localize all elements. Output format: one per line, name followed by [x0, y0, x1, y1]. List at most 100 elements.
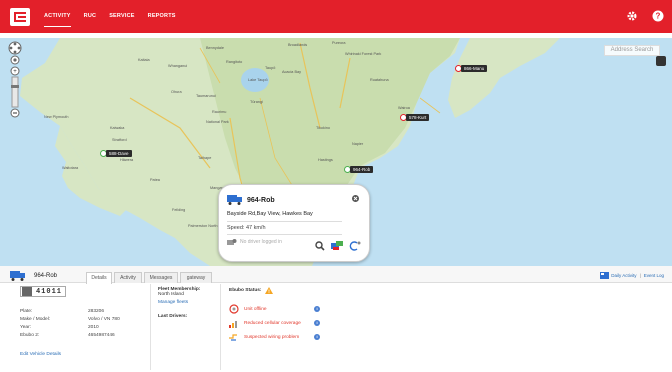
daily-activity-link[interactable]: Daily Activity: [611, 273, 636, 278]
fleet-membership-value: North Island: [158, 292, 184, 297]
last-drivers-label: Last Drivers:: [158, 314, 188, 319]
map-place-label: Raurimu: [212, 110, 227, 114]
nav-reports[interactable]: REPORTS: [148, 0, 176, 33]
vehicle-popup: 964-Rob Bayside Rd,Bay View, Hawkes Bay …: [218, 184, 370, 262]
popup-vehicle-name: 964-Rob: [247, 196, 275, 204]
marker-label: 964-Rob: [350, 166, 374, 173]
map-place-label: National Park: [206, 120, 229, 124]
pan-zoom-icon[interactable]: +: [8, 41, 22, 121]
odometer-value: 41011: [36, 287, 63, 296]
map-place-label: Waitotara: [62, 166, 79, 170]
brand-logo[interactable]: [10, 7, 30, 26]
info-icon[interactable]: i: [314, 306, 320, 312]
fleet-column: Fleet Membership: North Island Manage fl…: [158, 287, 218, 319]
column-divider: [220, 284, 221, 370]
popup-speed: Speed: 47 km/h: [227, 225, 342, 235]
warning-icon: [264, 287, 273, 294]
spec-row-ebubo: Ebubo 2: 4654987446: [20, 333, 115, 338]
map-place-label: Tikokino: [316, 126, 330, 130]
map-place-label: Ruatahuna: [370, 78, 389, 82]
odometer: 41011: [20, 286, 66, 297]
truck-icon: [10, 271, 25, 281]
nav-ruc[interactable]: RUC: [84, 0, 97, 33]
map-place-label: Rangitoto: [226, 60, 243, 64]
popup-actions: [315, 241, 361, 251]
tab-gateway[interactable]: gateway: [180, 272, 212, 283]
gear-icon[interactable]: [626, 10, 638, 22]
panel-tab-bar: 964-Rob Details Activity Messages gatewa…: [0, 266, 672, 284]
map-place-label: Tūrangi: [250, 100, 263, 104]
history-icon[interactable]: [349, 241, 361, 251]
status-item-label: Reduced cellular coverage: [244, 320, 301, 326]
vehicle-info-column: 41011 Plate: 283206 Make / Model: Volvo / …: [20, 286, 138, 357]
map-place-label: Hāwera: [120, 158, 134, 162]
unit-offline-icon: [229, 304, 239, 314]
app-root: ACTIVITY RUC SERVICE REPORTS ? + Address…: [0, 0, 672, 372]
tab-details[interactable]: Details: [86, 272, 112, 284]
map-place-label: Whanganui: [168, 64, 188, 68]
vehicle-marker-866-manu[interactable]: 866-Manu: [455, 65, 488, 72]
zoom-controls: +: [8, 41, 22, 121]
spec-row-plate: Plate: 283206: [20, 309, 105, 314]
map-place-label: Hastings: [318, 158, 333, 162]
panel-vehicle-name: 964-Rob: [34, 273, 58, 279]
map-place-label: Bennydale: [206, 46, 224, 50]
map-place-label: Kaitaia: [138, 58, 150, 62]
map-place-label: Taihape: [198, 156, 212, 160]
map-place-label: Ohura: [171, 90, 182, 94]
map-place-label: Acacia Bay: [282, 70, 301, 74]
nav-activity[interactable]: ACTIVITY: [44, 0, 71, 33]
wiring-icon: [229, 334, 237, 341]
status-item-wiring-problem: Suspected wiring problem i: [229, 332, 320, 342]
info-icon[interactable]: i: [314, 320, 320, 326]
spec-row-year: Year: 2010: [20, 325, 99, 330]
manage-fleets-link[interactable]: Manage fleets: [158, 300, 218, 305]
status-item-unit-offline: Unit offline i: [229, 304, 320, 314]
street-view-icon[interactable]: [331, 241, 343, 251]
address-search-button[interactable]: Address Search: [604, 45, 660, 56]
map-place-label: Palmerston North: [188, 224, 218, 228]
ebubo-status-header: Ebubo Status:: [229, 287, 409, 294]
popup-driver-label: No driver logged in: [240, 239, 282, 245]
column-divider: [150, 284, 151, 370]
map-place-label: Taumarunui: [196, 94, 216, 98]
tab-messages[interactable]: Messages: [144, 272, 178, 283]
edit-vehicle-details-link[interactable]: Edit Vehicle Details: [20, 352, 138, 357]
nav-service[interactable]: SERVICE: [109, 0, 134, 33]
help-icon[interactable]: ?: [652, 10, 664, 22]
vehicle-marker-964-rob[interactable]: 964-Rob: [344, 166, 374, 173]
driver-icon: [227, 239, 237, 245]
header-icons: ?: [626, 10, 664, 22]
event-log-link[interactable]: Event Log: [644, 273, 664, 278]
ebubo-status-label: Ebubo Status:: [229, 288, 262, 293]
vehicle-specs: Plate: 283206 Make / Model: Volvo / VN 780…: [20, 308, 138, 340]
popup-header: 964-Rob: [227, 195, 361, 205]
close-icon[interactable]: [352, 195, 359, 202]
status-item-label: Unit offline: [244, 306, 267, 312]
status-item-reduced-coverage: Reduced cellular coverage i: [229, 318, 320, 328]
map-place-label: Lake Taupō: [248, 78, 268, 82]
status-item-label: Suspected wiring problem: [244, 334, 300, 340]
marker-label: 588-Dave: [106, 150, 132, 157]
svg-text:+: +: [13, 69, 17, 75]
panel-links: Daily Activity | Event Log: [600, 272, 664, 279]
map-place-label: Patea: [150, 178, 160, 182]
map-place-label: Broadlands: [288, 43, 308, 47]
info-icon[interactable]: i: [314, 334, 320, 340]
svg-text:?: ?: [656, 12, 661, 21]
truck-icon: [227, 195, 242, 205]
daily-activity-icon: [600, 272, 610, 279]
panel-vehicle-id: 964-Rob: [10, 271, 57, 281]
zoom-to-icon[interactable]: [315, 241, 325, 251]
vehicle-marker-588-dave[interactable]: 588-Dave: [100, 150, 132, 157]
marker-label: 866-Manu: [461, 65, 488, 72]
map-place-label: Stratford: [112, 138, 127, 142]
map-place-label: Napier: [352, 142, 364, 146]
map-place-label: Whirinaki Forest Park: [345, 52, 382, 56]
ebubo-status-column: Ebubo Status: Unit offline i Reduced cel…: [229, 287, 409, 341]
map-place-label: New Plymouth: [44, 115, 69, 119]
vehicle-marker-578-kurt[interactable]: 578-Kurt: [400, 114, 430, 121]
tab-activity[interactable]: Activity: [114, 272, 142, 283]
map-place-label: Feilding: [172, 208, 186, 212]
map-tool-icon[interactable]: [656, 56, 666, 66]
